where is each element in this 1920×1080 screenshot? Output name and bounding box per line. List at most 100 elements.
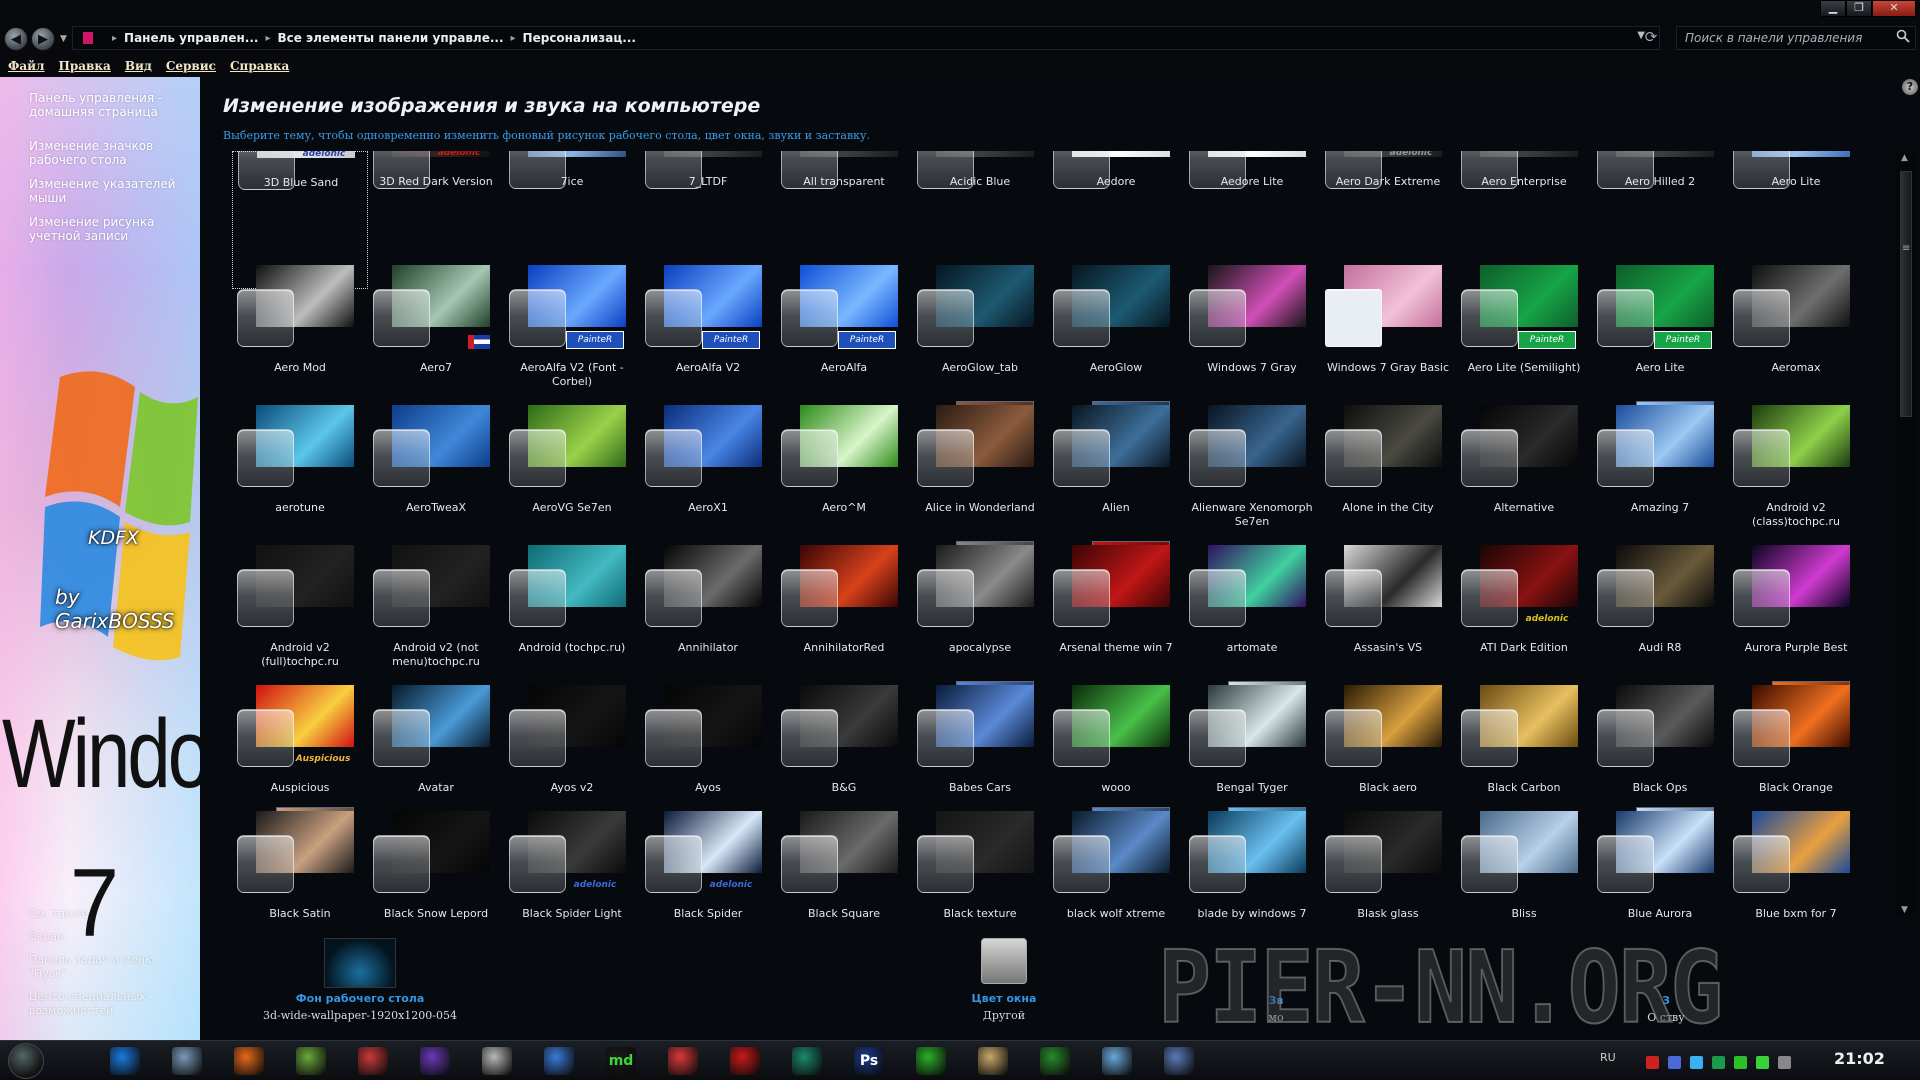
address-bar[interactable]: ▸ Панель управлен... ▸ Все элементы пане… [72, 26, 1660, 50]
theme-tile[interactable]: Alternative [1456, 401, 1592, 539]
chevron-right-icon[interactable]: ▸ [265, 33, 270, 44]
wallpaper-thumbnail[interactable] [324, 938, 396, 988]
menu-view[interactable]: Вид [125, 59, 152, 73]
search-icon[interactable] [1896, 29, 1910, 43]
maximize-button[interactable]: ❐ [1846, 0, 1872, 17]
refresh-icon[interactable]: ⟳ [1642, 28, 1660, 46]
theme-tile[interactable]: Babes Cars [912, 681, 1048, 819]
pen-icon[interactable] [358, 1047, 388, 1075]
start-button[interactable] [8, 1043, 44, 1079]
theme-tile[interactable]: Android (tochpc.ru) [504, 541, 640, 679]
chevron-right-icon[interactable]: ▸ [112, 33, 117, 44]
theme-tile[interactable]: Bengal Tyger [1184, 681, 1320, 819]
theme-tile[interactable]: Windows 7 Gray Basic [1320, 261, 1456, 399]
theme-tile[interactable]: apocalypse [912, 541, 1048, 679]
theme-tile[interactable]: Alien [1048, 401, 1184, 539]
window-color-link[interactable]: Цвет окна [954, 992, 1054, 1005]
signal-tray-icon[interactable] [1734, 1056, 1747, 1069]
volume-tray-icon[interactable] [1778, 1056, 1791, 1069]
theme-tile[interactable]: Amazing 7 [1592, 401, 1728, 539]
theme-tile[interactable]: AeroGlow_tab [912, 261, 1048, 399]
theme-tile[interactable]: Ayos v2 [504, 681, 640, 819]
theme-tile[interactable]: PainteR Aero Lite [1592, 261, 1728, 399]
window-color-setting[interactable]: Цвет окна Другой [954, 938, 1054, 1022]
menu-tools[interactable]: Сервис [166, 59, 216, 73]
palette-icon[interactable] [1102, 1047, 1132, 1075]
theme-tile[interactable]: Aeromax [1728, 261, 1864, 399]
network-tray-icon[interactable] [1712, 1056, 1725, 1069]
scroll-thumb[interactable] [1900, 171, 1912, 417]
theme-tile[interactable]: Alice in Wonderland [912, 401, 1048, 539]
green-globe-icon[interactable] [792, 1047, 822, 1075]
desktop-background-link[interactable]: Фон рабочего стола [260, 992, 460, 1005]
theme-tile[interactable]: adelonic ATI Dark Edition [1456, 541, 1592, 679]
notepad-icon[interactable] [172, 1047, 202, 1075]
language-indicator[interactable]: RU [1600, 1051, 1616, 1064]
scroll-down-icon[interactable]: ▼ [1901, 905, 1908, 915]
history-dropdown-icon[interactable]: ▼ [60, 34, 67, 44]
menu-file[interactable]: Файл [8, 59, 45, 73]
notepad-plus-icon[interactable] [296, 1047, 326, 1075]
theme-tile[interactable]: B&G [776, 681, 912, 819]
sidebar-link-display[interactable]: Экран [29, 930, 189, 944]
file-icon[interactable] [978, 1047, 1008, 1075]
sidebar-link-accessibility[interactable]: Центр специальных возможностей [29, 990, 189, 1018]
theme-tile[interactable]: wooo [1048, 681, 1184, 819]
theme-tile[interactable]: Black aero [1320, 681, 1456, 819]
drive-icon[interactable] [916, 1047, 946, 1075]
theme-tile[interactable]: Aero7 [368, 261, 504, 399]
theme-tile[interactable]: Auspicious Auspicious [232, 681, 368, 819]
theme-tile[interactable]: Black Ops [1592, 681, 1728, 819]
remote-icon[interactable] [1164, 1047, 1194, 1075]
window-color-swatch[interactable] [981, 938, 1027, 984]
theme-tile[interactable]: Android v2 (not menu)tochpc.ru [368, 541, 504, 679]
theme-tile[interactable]: AeroX1 [640, 401, 776, 539]
chevron-right-icon[interactable]: ▸ [511, 33, 516, 44]
media-player-icon[interactable] [234, 1047, 264, 1075]
theme-tile[interactable]: AeroGlow [1048, 261, 1184, 399]
theme-tile[interactable]: Alone in the City [1320, 401, 1456, 539]
menu-help[interactable]: Справка [230, 59, 289, 73]
breadcrumb-control-panel[interactable]: Панель управлен... [124, 31, 258, 45]
theme-tile[interactable]: PainteR Aero Lite (Semilight) [1456, 261, 1592, 399]
theme-tile[interactable]: Android v2 (class)tochpc.ru [1728, 401, 1864, 539]
theme-tile[interactable]: PainteR AeroAlfa V2 [640, 261, 776, 399]
breadcrumb-personalization[interactable]: Персонализац... [523, 31, 636, 45]
clock[interactable]: 21:02 [1834, 1049, 1885, 1068]
theme-tile[interactable]: Android v2 (full)tochpc.ru [232, 541, 368, 679]
theme-tile[interactable]: AeroVG Se7en [504, 401, 640, 539]
sidebar-link-taskbar[interactable]: Панель задач и меню "Пуск" [29, 953, 189, 981]
menu-edit[interactable]: Правка [59, 59, 111, 73]
md-icon[interactable]: md [606, 1047, 636, 1075]
battery-tray-icon[interactable] [1756, 1056, 1769, 1069]
theme-tile[interactable]: Aero Mod [232, 261, 368, 399]
theme-tile[interactable]: Audi R8 [1592, 541, 1728, 679]
gallery-scrollbar[interactable]: ▲ ≡ ▼ [1896, 151, 1916, 917]
theme-tile[interactable]: PainteR AeroAlfa V2 (Font - Corbel) [504, 261, 640, 399]
theme-tile[interactable]: AnnihilatorRed [776, 541, 912, 679]
back-icon[interactable]: ◀ [4, 27, 28, 51]
photoshop-icon[interactable]: Ps [854, 1047, 884, 1075]
theme-tile[interactable]: Aurora Purple Best [1728, 541, 1864, 679]
visual-studio-icon[interactable] [420, 1047, 450, 1075]
minimize-button[interactable]: ▁ [1820, 0, 1846, 17]
antivirus-tray-icon[interactable] [1646, 1056, 1659, 1069]
utorrent-icon[interactable] [1040, 1047, 1070, 1075]
opera-icon[interactable] [730, 1047, 760, 1075]
ie-icon[interactable] [110, 1047, 140, 1075]
sidebar-link-mouse-pointers[interactable]: Изменение указателей мыши [29, 177, 189, 205]
sidebar-link-account-picture[interactable]: Изменение рисунка учетной записи [29, 215, 189, 243]
theme-tile[interactable]: Ayos [640, 681, 776, 819]
theme-tile[interactable]: Aero^M [776, 401, 912, 539]
desktop-background-setting[interactable]: Фон рабочего стола 3d-wide-wallpaper-192… [260, 938, 460, 1022]
forward-icon[interactable]: ▶ [31, 27, 55, 51]
sidebar-link-home[interactable]: Панель управления - домашняя страница [29, 91, 189, 119]
theme-tile[interactable]: PainteR AeroAlfa [776, 261, 912, 399]
theme-tile[interactable]: Assasin's VS [1320, 541, 1456, 679]
theme-tile[interactable]: Annihilator [640, 541, 776, 679]
flag-tray-icon[interactable] [1668, 1056, 1681, 1069]
search-input[interactable]: Поиск в панели управления [1676, 26, 1916, 50]
help-icon[interactable]: ? [1902, 79, 1918, 95]
theme-tile[interactable]: aerotune [232, 401, 368, 539]
theme-tile[interactable]: Windows 7 Gray [1184, 261, 1320, 399]
